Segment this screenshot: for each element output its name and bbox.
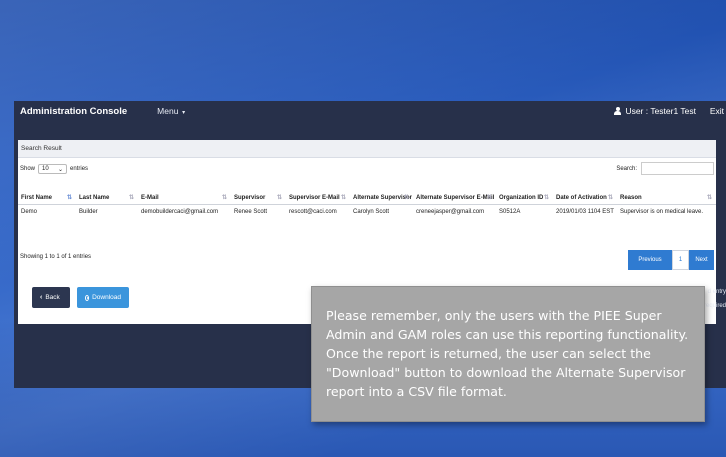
column-header[interactable]: E-Mail ⇅ [138,180,231,205]
cutoff-text: d entry [707,289,726,295]
entries-length-control: Show 10 ⌄ entries [20,164,88,174]
search-label: Search: [616,165,637,172]
column-header[interactable]: Organization ID ⇅ [496,180,553,205]
chevron-left-icon: ‹ [40,294,43,301]
table-cell: creneejasper@gmail.com [416,208,485,215]
entries-label: entries [70,166,89,172]
table-cell: Supervisor is on medical leave. [620,208,704,215]
menu-dropdown[interactable]: Menu ▾ [157,106,185,116]
sort-icon: ⇅ [221,194,227,201]
previous-page-button[interactable]: Previous [628,250,672,270]
table-info: Showing 1 to 1 of 1 entries [20,254,92,260]
sort-icon: ⇅ [706,194,712,201]
pagination: Previous 1 Next [628,250,714,270]
results-table: First Name ⇅ Last Name ⇅ E-Mail ⇅ Superviso… [18,180,716,226]
chevron-down-icon: ⌄ [57,166,64,173]
exit-link[interactable]: Exit [710,106,724,116]
user-icon [613,106,622,116]
search-input[interactable] [641,162,714,175]
column-header[interactable]: Reason ⇅ [617,180,716,205]
show-label: Show [20,166,36,172]
table-cell: 2019/01/03 1104 EST [556,208,614,215]
back-label: Back [45,294,60,301]
table-cell: Renee Scott [234,208,268,215]
chevron-down-icon: ▾ [180,110,186,116]
column-header[interactable]: Alternate Supervisor E-Mail ⇅ [413,180,496,205]
next-page-button[interactable]: Next [689,250,714,270]
table-cell: rescott@caci.com [289,208,337,215]
column-header[interactable]: Last Name ⇅ [76,180,138,205]
user-label: User : Tester1 Test [625,106,696,116]
table-cell: Carolyn Scott [353,208,390,215]
sort-icon: ⇅ [128,194,134,201]
column-header[interactable]: Supervisor E-Mail ⇅ [286,180,350,205]
table-row: Demo Builder demobuildercaci@gmail.com R… [18,204,716,226]
user-menu[interactable]: User : Tester1 Test [613,106,696,116]
entries-select[interactable]: 10 ⌄ [38,164,68,174]
table-search: Search: [616,162,714,175]
table-controls: Show 10 ⌄ entries Search: [18,158,716,178]
column-header[interactable]: Alternate Supervisor ⇅ [350,180,413,205]
sort-icon: ⇅ [543,194,549,201]
sort-icon: ⇅ [276,194,282,201]
app-title: Administration Console [20,105,128,117]
sort-icon: ⇅ [607,194,613,201]
table-cell: demobuildercaci@gmail.com [141,208,219,215]
table-header-row: First Name ⇅ Last Name ⇅ E-Mail ⇅ Superviso… [18,180,716,205]
download-icon [85,294,90,301]
download-label: Download [92,294,121,301]
callout-text: Please remember, only the users with the… [326,308,689,399]
column-header[interactable]: First Name ⇅ [18,180,76,205]
column-header[interactable]: Date of Activation ⇅ [553,180,617,205]
menu-label: Menu [157,106,179,116]
entries-select-value: 10 [42,166,49,172]
tutorial-callout: Please remember, only the users with the… [311,286,705,422]
panel-title: Search Result [18,140,716,158]
cutoff-text: required [703,303,726,309]
sort-icon: ⇅ [66,194,72,201]
sort-icon: ⇅ [403,194,409,201]
sort-icon: ⇅ [340,194,346,201]
page-1-button[interactable]: 1 [672,250,689,270]
action-buttons: ‹ Back Download [32,287,129,308]
table-cell: Builder [79,208,98,215]
download-button[interactable]: Download [77,287,129,308]
back-button[interactable]: ‹ Back [32,287,70,308]
top-navbar: Administration Console Menu ▾ User : Tes… [14,101,726,121]
sort-icon: ⇅ [486,194,492,201]
table-cell: Demo [21,208,38,215]
column-header[interactable]: Supervisor ⇅ [231,180,286,205]
table-cell: S0512A [499,208,521,215]
